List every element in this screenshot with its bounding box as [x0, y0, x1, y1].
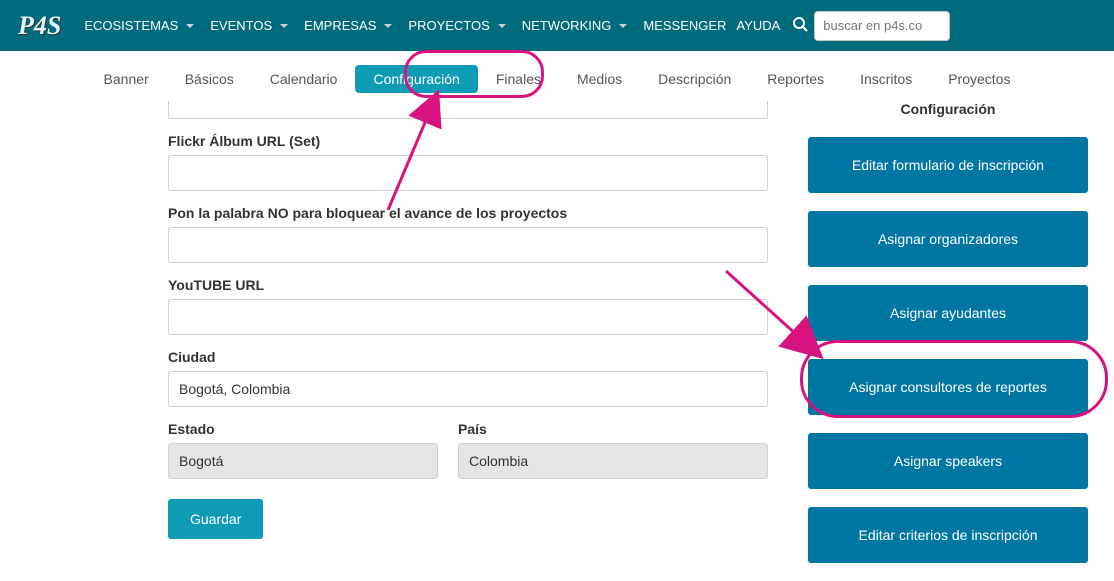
- chevron-down-icon: [498, 24, 506, 28]
- tab-configuracion[interactable]: Configuración: [355, 65, 477, 93]
- nav-messenger[interactable]: MESSENGER: [635, 0, 734, 51]
- ciudad-input[interactable]: [168, 371, 768, 407]
- nav-proyectos[interactable]: PROYECTOS: [400, 0, 513, 51]
- side-panel: Configuración Editar formulario de inscr…: [808, 93, 1088, 581]
- nav-item-label: NETWORKING: [522, 18, 612, 33]
- side-btn-ayudantes[interactable]: Asignar ayudantes: [808, 285, 1088, 341]
- pais-label: País: [458, 421, 768, 437]
- nav-item-label: MESSENGER: [643, 18, 726, 33]
- search-icon[interactable]: [792, 16, 808, 35]
- nav-item-label: EVENTOS: [210, 18, 272, 33]
- tab-finales[interactable]: Finales: [478, 65, 559, 93]
- side-btn-speakers[interactable]: Asignar speakers: [808, 433, 1088, 489]
- tab-basicos[interactable]: Básicos: [167, 65, 252, 93]
- noblock-input[interactable]: [168, 227, 768, 263]
- side-btn-edit-form[interactable]: Editar formulario de inscripción: [808, 137, 1088, 193]
- tab-inscritos[interactable]: Inscritos: [842, 65, 930, 93]
- chevron-down-icon: [619, 24, 627, 28]
- nav-eventos[interactable]: EVENTOS: [202, 0, 296, 51]
- nav-ecosistemas[interactable]: ECOSISTEMAS: [76, 0, 202, 51]
- logo: P4S: [18, 11, 61, 41]
- nav-item-label: PROYECTOS: [408, 18, 489, 33]
- tab-proyectos[interactable]: Proyectos: [930, 65, 1028, 93]
- chevron-down-icon: [280, 24, 288, 28]
- youtube-label: YouTUBE URL: [168, 277, 768, 293]
- youtube-input[interactable]: [168, 299, 768, 335]
- nav-item-label: EMPRESAS: [304, 18, 376, 33]
- nav-networking[interactable]: NETWORKING: [514, 0, 636, 51]
- main-content: Flickr Álbum URL (Set) Pon la palabra NO…: [0, 93, 1114, 581]
- estado-input: [168, 443, 438, 479]
- nav-item-label: ECOSISTEMAS: [84, 18, 178, 33]
- estado-label: Estado: [168, 421, 438, 437]
- tab-descripcion[interactable]: Descripción: [640, 65, 749, 93]
- search-input[interactable]: [814, 11, 950, 41]
- tab-banner[interactable]: Banner: [86, 65, 167, 93]
- top-menu: ECOSISTEMAS EVENTOS EMPRESAS PROYECTOS N…: [76, 0, 950, 51]
- side-title: Configuración: [808, 101, 1088, 117]
- flickr-label: Flickr Álbum URL (Set): [168, 133, 768, 149]
- tab-calendario[interactable]: Calendario: [252, 65, 356, 93]
- tab-reportes[interactable]: Reportes: [749, 65, 842, 93]
- flickr-input[interactable]: [168, 155, 768, 191]
- side-btn-consultores[interactable]: Asignar consultores de reportes: [808, 359, 1088, 415]
- nav-ayuda[interactable]: AYUDA: [734, 0, 788, 51]
- form-panel: Flickr Álbum URL (Set) Pon la palabra NO…: [168, 93, 768, 581]
- tab-medios[interactable]: Medios: [559, 65, 640, 93]
- side-btn-organizadores[interactable]: Asignar organizadores: [808, 211, 1088, 267]
- nav-empresas[interactable]: EMPRESAS: [296, 0, 400, 51]
- nav-item-label: AYUDA: [736, 18, 780, 33]
- prev-input-partial[interactable]: [168, 101, 768, 119]
- chevron-down-icon: [384, 24, 392, 28]
- top-nav: P4S ECOSISTEMAS EVENTOS EMPRESAS PROYECT…: [0, 0, 1114, 51]
- chevron-down-icon: [186, 24, 194, 28]
- pais-input: [458, 443, 768, 479]
- sub-tabs: Banner Básicos Calendario Configuración …: [0, 51, 1114, 93]
- ciudad-label: Ciudad: [168, 349, 768, 365]
- save-button[interactable]: Guardar: [168, 499, 263, 539]
- side-btn-criterios[interactable]: Editar criterios de inscripción: [808, 507, 1088, 563]
- noblock-label: Pon la palabra NO para bloquear el avanc…: [168, 205, 768, 221]
